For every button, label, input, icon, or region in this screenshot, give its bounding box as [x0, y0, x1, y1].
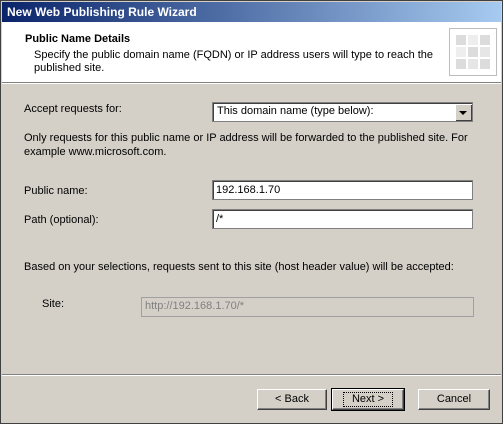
path-field[interactable]: [212, 209, 473, 229]
next-button[interactable]: Next >: [331, 388, 405, 411]
next-button-label: Next >: [342, 392, 394, 407]
wizard-logo-icon: [449, 28, 497, 76]
accept-requests-value: This domain name (type below):: [217, 105, 374, 117]
path-input[interactable]: [216, 211, 466, 226]
site-label: Site:: [42, 298, 65, 310]
page-title: Public Name Details: [25, 33, 131, 45]
page-description: Specify the public domain name (FQDN) or…: [34, 49, 434, 74]
summary-text: Based on your selections, requests sent …: [24, 261, 454, 273]
wizard-window: New Web Publishing Rule Wizard Public Na…: [0, 0, 503, 424]
site-value: http://192.168.1.70/*: [145, 300, 245, 312]
public-name-label: Public name:: [24, 185, 88, 197]
window-title: New Web Publishing Rule Wizard: [7, 5, 197, 19]
header-divider: [2, 83, 501, 84]
path-label: Path (optional):: [24, 214, 99, 226]
cancel-button[interactable]: Cancel: [418, 389, 490, 410]
footer-divider-highlight: [2, 375, 501, 376]
title-bar[interactable]: New Web Publishing Rule Wizard: [2, 2, 501, 22]
public-name-field[interactable]: [212, 180, 473, 200]
site-field: http://192.168.1.70/*: [141, 297, 474, 317]
info-text: Only requests for this public name or IP…: [24, 132, 468, 158]
chevron-down-icon[interactable]: [455, 104, 471, 120]
accept-requests-dropdown[interactable]: This domain name (type below):: [212, 102, 473, 122]
back-button[interactable]: < Back: [257, 389, 327, 410]
public-name-input[interactable]: [216, 182, 466, 197]
wizard-header: Public Name Details Specify the public d…: [2, 22, 501, 83]
accept-requests-label: Accept requests for:: [24, 103, 122, 115]
